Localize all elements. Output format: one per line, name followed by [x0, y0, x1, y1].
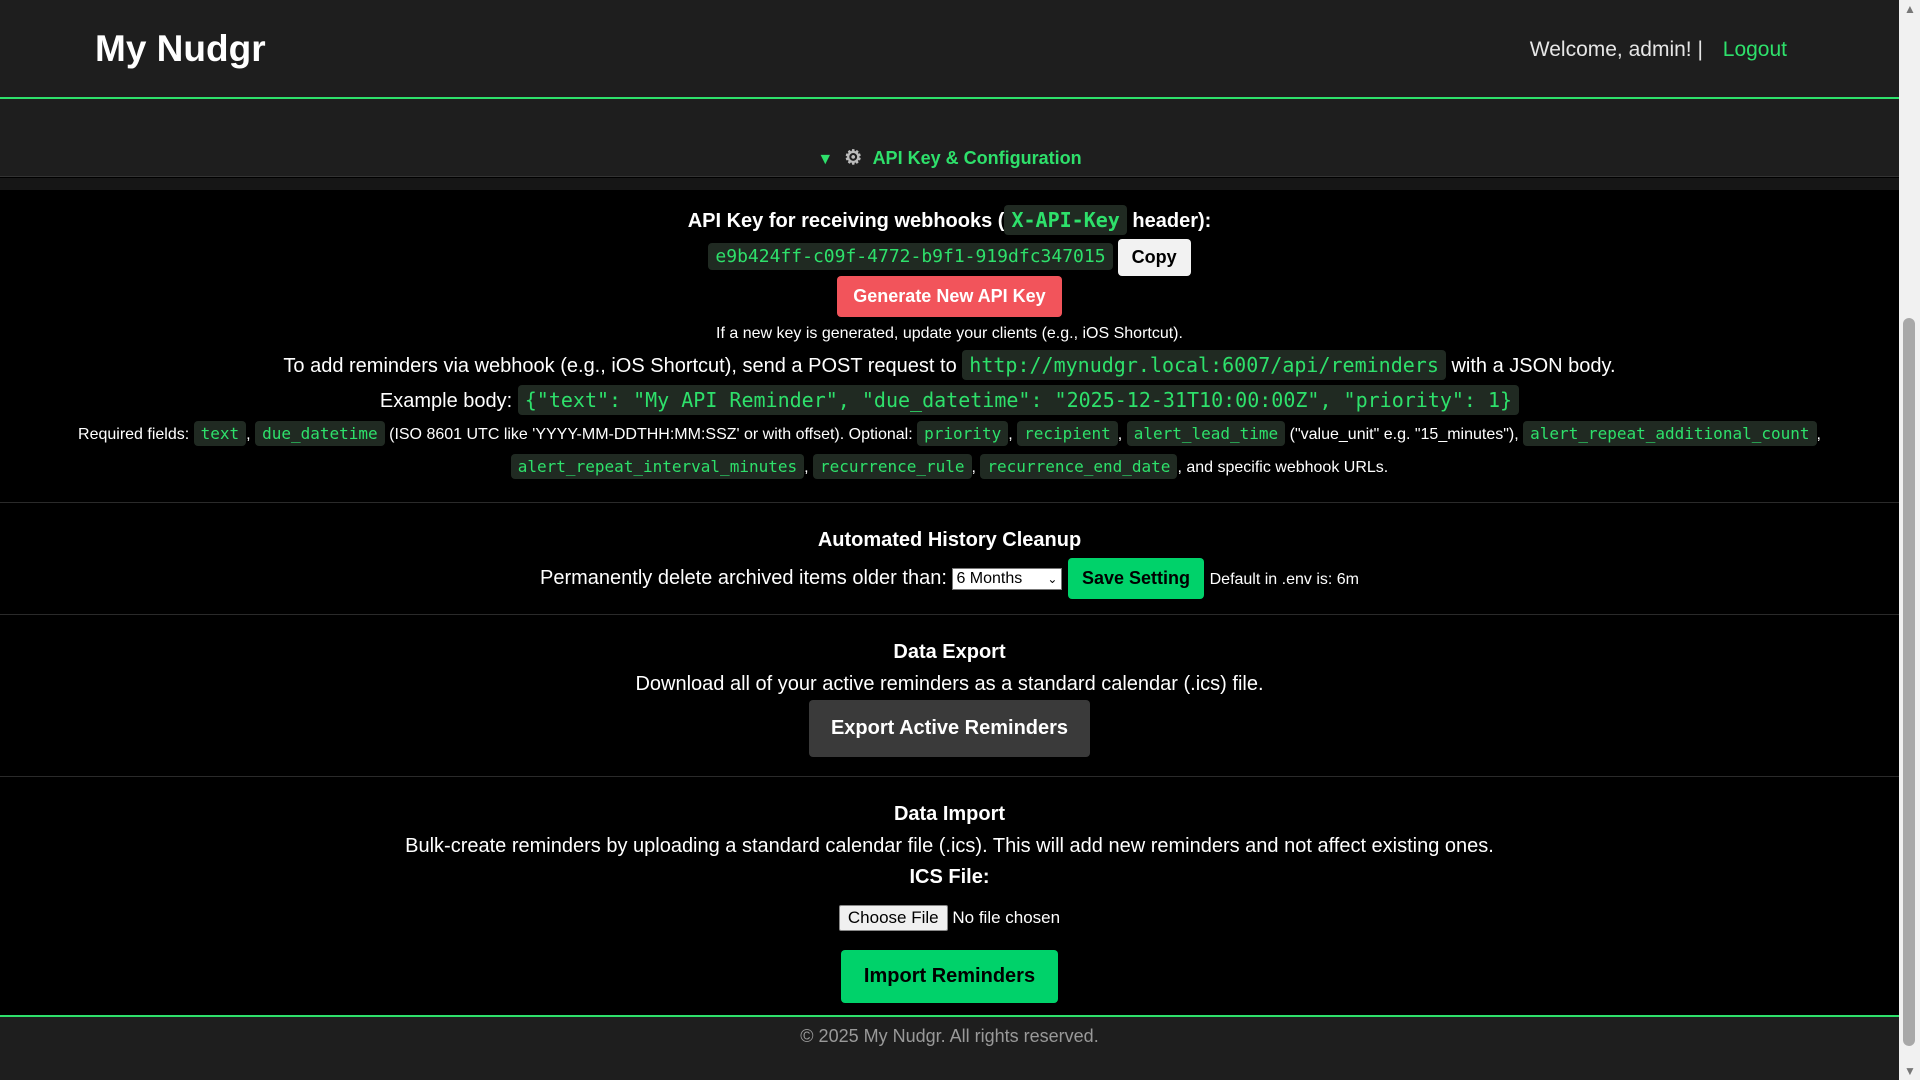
cleanup-row: Permanently delete archived items older …: [0, 558, 1899, 599]
site-logo[interactable]: My Nudgr: [95, 28, 266, 70]
cleanup-default-note: Default in .env is: 6m: [1209, 571, 1360, 588]
divider-3: [0, 776, 1899, 777]
import-row: Import Reminders: [0, 950, 1899, 1003]
import-reminders-button[interactable]: Import Reminders: [840, 950, 1059, 1003]
vertical-scrollbar[interactable]: ▲ ▼: [1899, 0, 1920, 1080]
export-description: Download all of your active reminders as…: [635, 673, 1264, 695]
user-nav: Welcome, admin! | Logout: [1530, 38, 1787, 62]
api-key-heading-pre: API Key for receiving webhooks (: [687, 210, 1005, 232]
scrollbar-thumb[interactable]: [1903, 318, 1915, 1046]
generate-note: If a new key is generated, update your c…: [716, 325, 1183, 342]
optional-recurrence-end-date: recurrence_end_date: [980, 454, 1178, 479]
import-description: Bulk-create reminders by uploading a sta…: [405, 835, 1494, 857]
webhook-instructions: To add reminders via webhook (e.g., iOS …: [0, 350, 1899, 380]
webhook-url: http://mynudgr.local:6007/api/reminders: [962, 350, 1446, 380]
optional-recurrence-rule: recurrence_rule: [813, 454, 972, 479]
config-summary-toggle[interactable]: ▼ ⚙ API Key & Configuration: [0, 145, 1899, 170]
ics-file-label: ICS File:: [909, 866, 990, 888]
required-fields-label: Required fields:: [78, 426, 190, 443]
api-key-heading: API Key for receiving webhooks (X-API-Ke…: [0, 205, 1899, 235]
generate-row: Generate New API Key: [0, 276, 1899, 317]
api-key-heading-post: header):: [1132, 210, 1212, 232]
no-file-chosen-text: No file chosen: [952, 908, 1061, 927]
chevron-down-icon: ⌄: [1047, 571, 1058, 586]
webhook-post-text: with a JSON body.: [1451, 355, 1616, 377]
copyright-text: © 2025 My Nudgr. All rights reserved.: [800, 1026, 1099, 1046]
optional-recipient: recipient: [1017, 421, 1118, 446]
cleanup-selected-value: 6 Months: [956, 569, 1023, 587]
choose-file-button[interactable]: Choose File: [838, 905, 948, 931]
divider-2: [0, 614, 1899, 615]
cleanup-period-select[interactable]: 6 Months ⌄: [952, 567, 1063, 590]
optional-alert-lead-time: alert_lead_time: [1126, 421, 1286, 446]
field-text: text: [193, 421, 247, 446]
lead-time-note: ("value_unit" e.g. "15_minutes"),: [1289, 426, 1519, 443]
webhook-pre-text: To add reminders via webhook (e.g., iOS …: [283, 355, 957, 377]
cleanup-label: Permanently delete archived items older …: [539, 567, 947, 589]
export-row: Export Active Reminders: [0, 700, 1899, 757]
import-title: Data Import: [893, 803, 1006, 825]
example-body-code: {"text": "My API Reminder", "due_datetim…: [517, 385, 1520, 415]
iso-note: (ISO 8601 UTC like 'YYYY-MM-DDTHH:MM:SSZ…: [389, 426, 913, 443]
export-active-reminders-button[interactable]: Export Active Reminders: [808, 700, 1091, 757]
config-summary-label: API Key & Configuration: [872, 148, 1082, 168]
welcome-text: Welcome, admin! |: [1529, 38, 1703, 61]
gear-icon: ⚙: [844, 147, 863, 169]
tail-note: , and specific webhook URLs.: [1177, 459, 1389, 476]
save-setting-button[interactable]: Save Setting: [1068, 558, 1205, 599]
fields-line-1: Required fields: text, due_datetime (ISO…: [0, 421, 1899, 446]
optional-priority: priority: [917, 421, 1009, 446]
api-key-value: e9b424ff-c09f-4772-b9f1-919dfc347015: [708, 243, 1113, 271]
api-key-header-name: X-API-Key: [1004, 205, 1127, 235]
site-header: My Nudgr Welcome, admin! | Logout: [0, 0, 1899, 99]
divider-1: [0, 502, 1899, 503]
field-due-datetime: due_datetime: [255, 421, 385, 446]
config-summary-bar: ▼ ⚙ API Key & Configuration: [0, 99, 1899, 177]
api-key-row: e9b424ff-c09f-4772-b9f1-919dfc347015 Cop…: [0, 239, 1899, 276]
logout-link[interactable]: Logout: [1723, 38, 1787, 61]
optional-repeat-interval: alert_repeat_interval_minutes: [510, 454, 805, 479]
export-title: Data Export: [893, 641, 1006, 663]
file-input: Choose File No file chosen: [0, 905, 1899, 931]
copy-button[interactable]: Copy: [1117, 239, 1191, 276]
example-body-line: Example body: {"text": "My API Reminder"…: [0, 385, 1899, 415]
summary-shadow-strip: [0, 178, 1899, 190]
fields-line-2: alert_repeat_interval_minutes, recurrenc…: [0, 454, 1899, 479]
page: My Nudgr Welcome, admin! | Logout ▼ ⚙ AP…: [0, 0, 1899, 1080]
optional-repeat-count: alert_repeat_additional_count: [1523, 421, 1817, 446]
expand-triangle-icon: ▼: [817, 151, 834, 168]
cleanup-title: Automated History Cleanup: [817, 529, 1082, 551]
example-body-label: Example body:: [379, 390, 513, 412]
scroll-up-arrow-icon[interactable]: ▲: [1904, 2, 1916, 16]
site-footer: © 2025 My Nudgr. All rights reserved.: [0, 1017, 1899, 1080]
generate-api-key-button[interactable]: Generate New API Key: [837, 276, 1062, 317]
scroll-down-arrow-icon[interactable]: ▼: [1904, 1064, 1916, 1078]
